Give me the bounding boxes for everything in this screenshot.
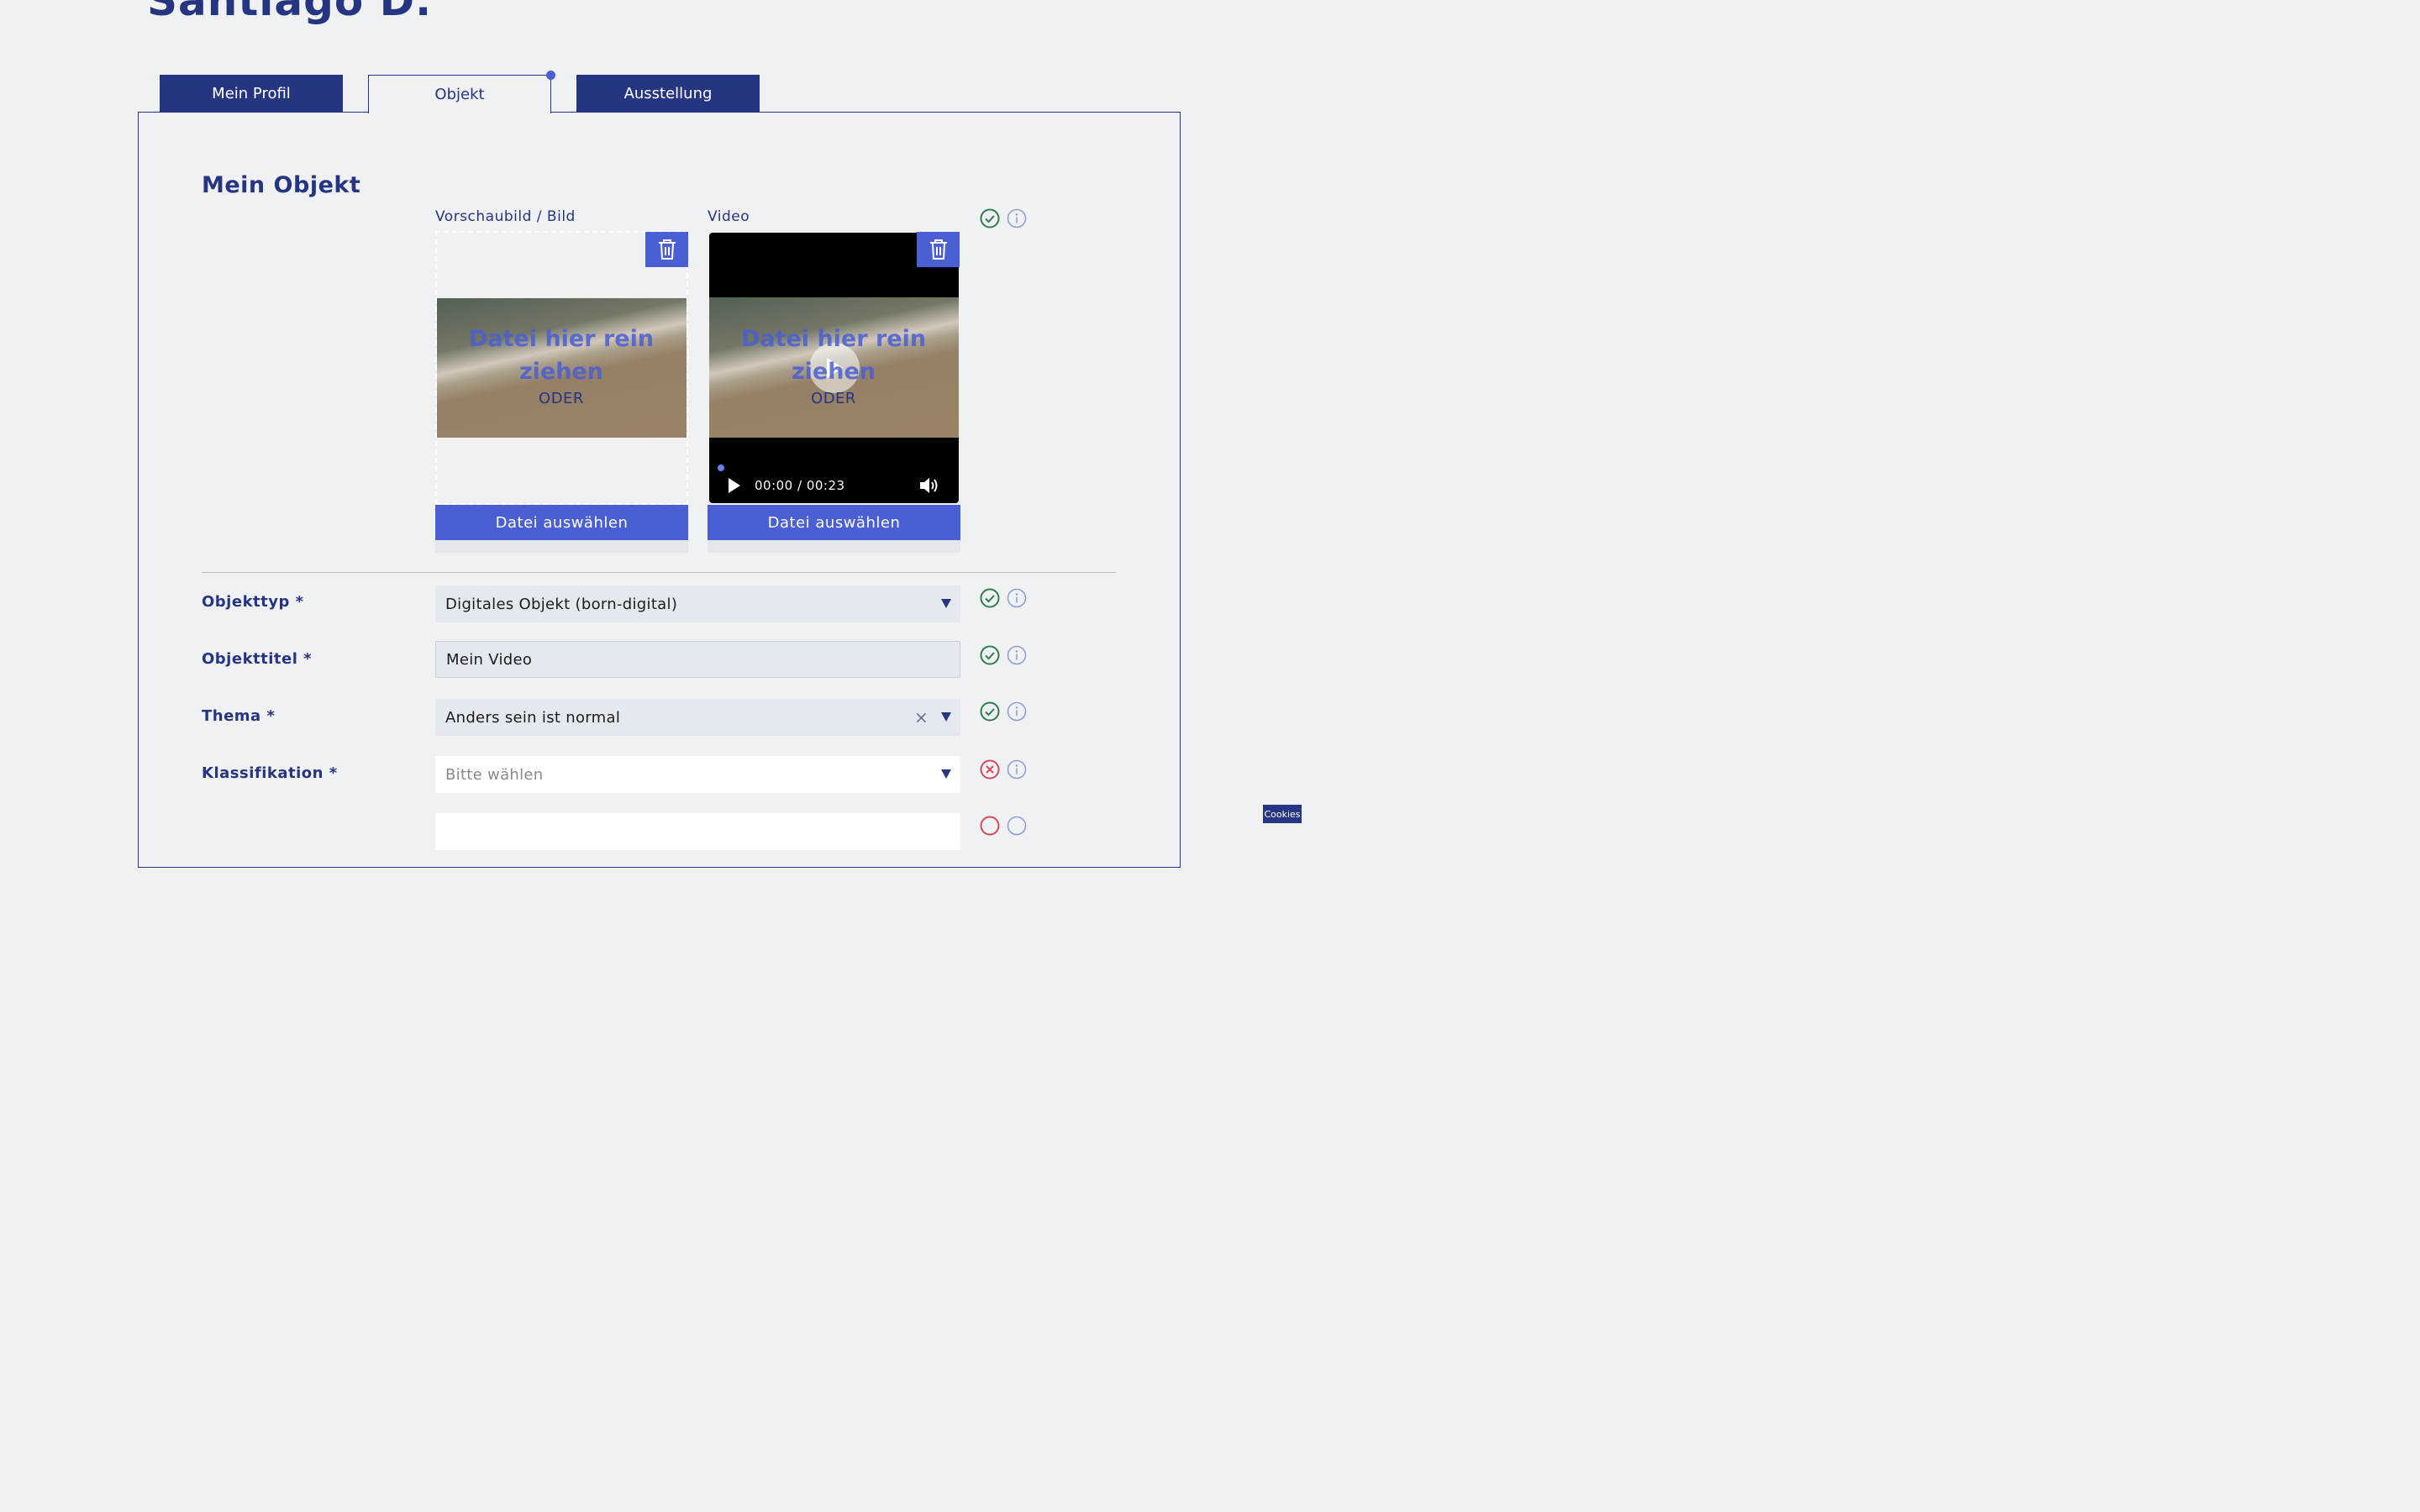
thema-select[interactable]: Anders sein ist normal × <box>435 699 960 736</box>
choose-image-file-button[interactable]: Datei auswählen <box>435 505 688 540</box>
image-button-shadow <box>435 540 688 553</box>
video-progress-handle[interactable] <box>718 465 724 471</box>
klassifikation-select[interactable]: Bitte wählen <box>435 756 960 793</box>
image-or-text: ODER <box>539 390 584 407</box>
choose-video-file-button[interactable]: Datei auswählen <box>708 505 960 540</box>
trash-icon <box>658 239 676 260</box>
tab-objekt[interactable]: Objekt <box>368 71 555 113</box>
play-icon <box>729 478 740 493</box>
objekttitel-label: Objekttitel * <box>202 650 313 668</box>
tab-mein-profil[interactable]: Mein Profil <box>160 75 343 113</box>
video-or-text: ODER <box>811 390 856 407</box>
info-icon[interactable] <box>1007 208 1027 228</box>
volume-button[interactable] <box>919 476 941 498</box>
section-divider <box>202 572 1116 573</box>
clear-icon[interactable]: × <box>914 707 929 727</box>
trash-icon <box>929 239 947 260</box>
delete-image-button[interactable] <box>645 232 688 267</box>
objekttyp-label: Objekttyp * <box>202 593 304 611</box>
chevron-down-icon <box>941 712 951 722</box>
objekttyp-select[interactable]: Digitales Objekt (born-digital) <box>435 585 960 622</box>
video-play-button[interactable] <box>728 477 741 497</box>
info-icon[interactable] <box>1007 701 1027 722</box>
section-title: Mein Objekt <box>202 172 361 198</box>
delete-video-button[interactable] <box>917 232 960 267</box>
cookies-button[interactable]: Cookies <box>1263 805 1302 823</box>
objekttitel-value: Mein Video <box>446 650 533 669</box>
tab-objekt-label: Objekt <box>434 86 485 103</box>
volume-icon <box>920 478 938 493</box>
valid-check-icon <box>980 701 1000 722</box>
video-button-shadow <box>708 540 960 553</box>
active-tab-indicator <box>546 71 555 80</box>
thema-label: Thema * <box>202 707 276 725</box>
thema-value: Anders sein ist normal <box>445 708 621 727</box>
valid-check-icon <box>980 588 1000 608</box>
chevron-down-icon <box>941 769 951 779</box>
video-time: 00:00 / 00:23 <box>755 478 845 493</box>
info-icon[interactable] <box>1007 588 1027 608</box>
klassifikation-placeholder: Bitte wählen <box>445 765 544 784</box>
video-drop-text: Datei hier rein ziehen <box>740 326 927 385</box>
klassifikation-label: Klassifikation * <box>202 764 338 782</box>
user-name-heading: Santiago D. <box>147 0 433 25</box>
objekttitel-input[interactable]: Mein Video <box>435 641 960 678</box>
info-icon[interactable] <box>1007 759 1027 780</box>
objekttyp-value: Digitales Objekt (born-digital) <box>445 595 678 613</box>
info-icon[interactable] <box>1007 645 1027 665</box>
invalid-x-icon <box>980 816 1000 836</box>
image-drop-text: Datei hier rein ziehen <box>468 326 655 385</box>
video-upload-label: Video <box>708 208 750 225</box>
video-controls: 00:00 / 00:23 <box>709 458 959 503</box>
chevron-down-icon <box>941 599 951 608</box>
invalid-x-icon <box>980 759 1000 780</box>
next-field-partial[interactable] <box>435 813 960 850</box>
tab-ausstellung[interactable]: Ausstellung <box>576 75 760 113</box>
info-icon[interactable] <box>1007 816 1027 836</box>
valid-check-icon <box>980 208 1000 228</box>
image-upload-label: Vorschaubild / Bild <box>435 208 576 225</box>
valid-check-icon <box>980 645 1000 665</box>
